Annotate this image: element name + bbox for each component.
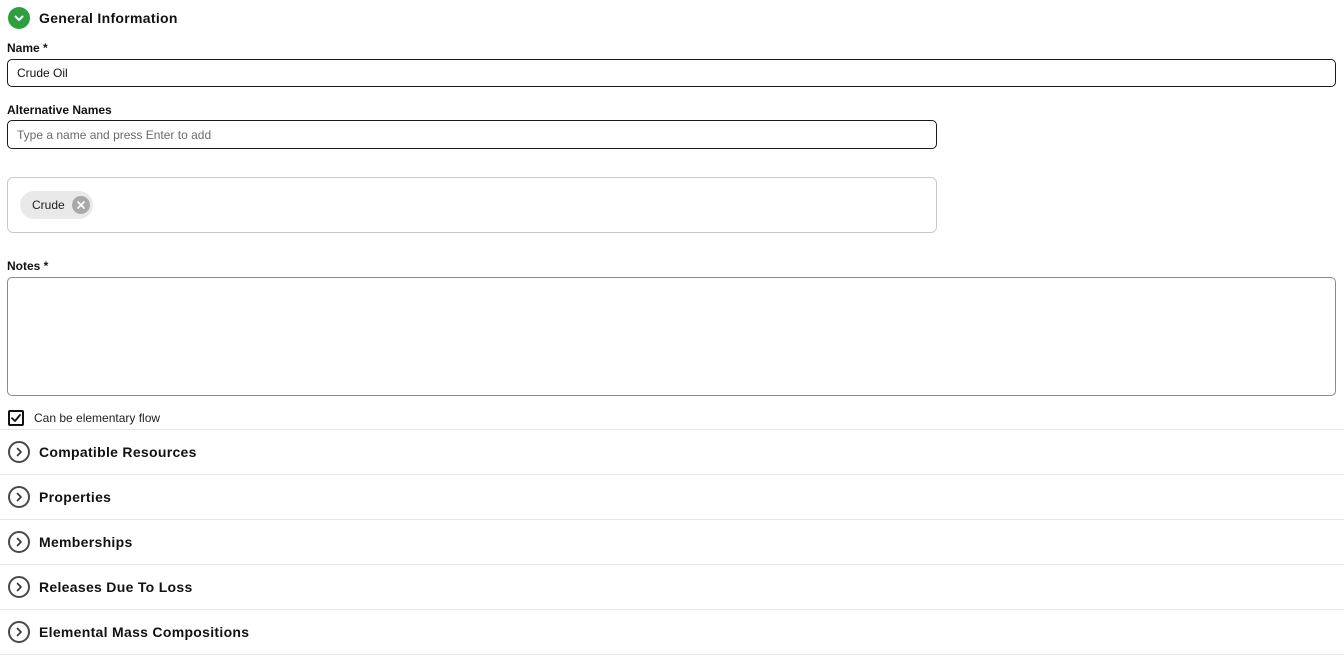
elementary-flow-label: Can be elementary flow xyxy=(34,411,161,425)
section-elemental-mass-compositions[interactable]: Elemental Mass Compositions xyxy=(0,609,1344,654)
alternative-names-label: Alternative Names xyxy=(7,103,112,117)
notes-label: Notes * xyxy=(7,259,49,273)
name-label: Name * xyxy=(7,41,48,55)
divider xyxy=(0,654,1344,655)
notes-textarea[interactable] xyxy=(7,277,1336,396)
section-title: Memberships xyxy=(39,534,133,550)
section-memberships[interactable]: Memberships xyxy=(0,519,1344,564)
alternative-names-chip-box: Crude xyxy=(7,177,937,233)
chevron-right-icon[interactable] xyxy=(8,486,30,508)
chip-label: Crude xyxy=(32,198,65,212)
chevron-right-icon[interactable] xyxy=(8,441,30,463)
chevron-right-icon[interactable] xyxy=(8,576,30,598)
section-compatible-resources[interactable]: Compatible Resources xyxy=(0,429,1344,474)
section-title: General Information xyxy=(39,10,178,26)
elementary-flow-row: Can be elementary flow xyxy=(8,410,160,426)
section-title: Elemental Mass Compositions xyxy=(39,624,250,640)
chevron-right-icon[interactable] xyxy=(8,621,30,643)
chevron-down-icon[interactable] xyxy=(8,7,30,29)
section-title: Properties xyxy=(39,489,112,505)
section-properties[interactable]: Properties xyxy=(0,474,1344,519)
close-icon[interactable] xyxy=(71,196,90,214)
checkmark-icon xyxy=(11,414,21,422)
section-title: Releases Due To Loss xyxy=(39,579,193,595)
name-input[interactable] xyxy=(7,59,1336,87)
alternative-names-input[interactable] xyxy=(7,120,937,149)
elementary-flow-checkbox[interactable] xyxy=(8,410,24,426)
alternative-name-chip: Crude xyxy=(20,191,93,219)
chevron-right-icon[interactable] xyxy=(8,531,30,553)
section-title: Compatible Resources xyxy=(39,444,197,460)
general-information-header[interactable]: General Information xyxy=(0,6,1344,30)
section-releases-due-to-loss[interactable]: Releases Due To Loss xyxy=(0,564,1344,609)
